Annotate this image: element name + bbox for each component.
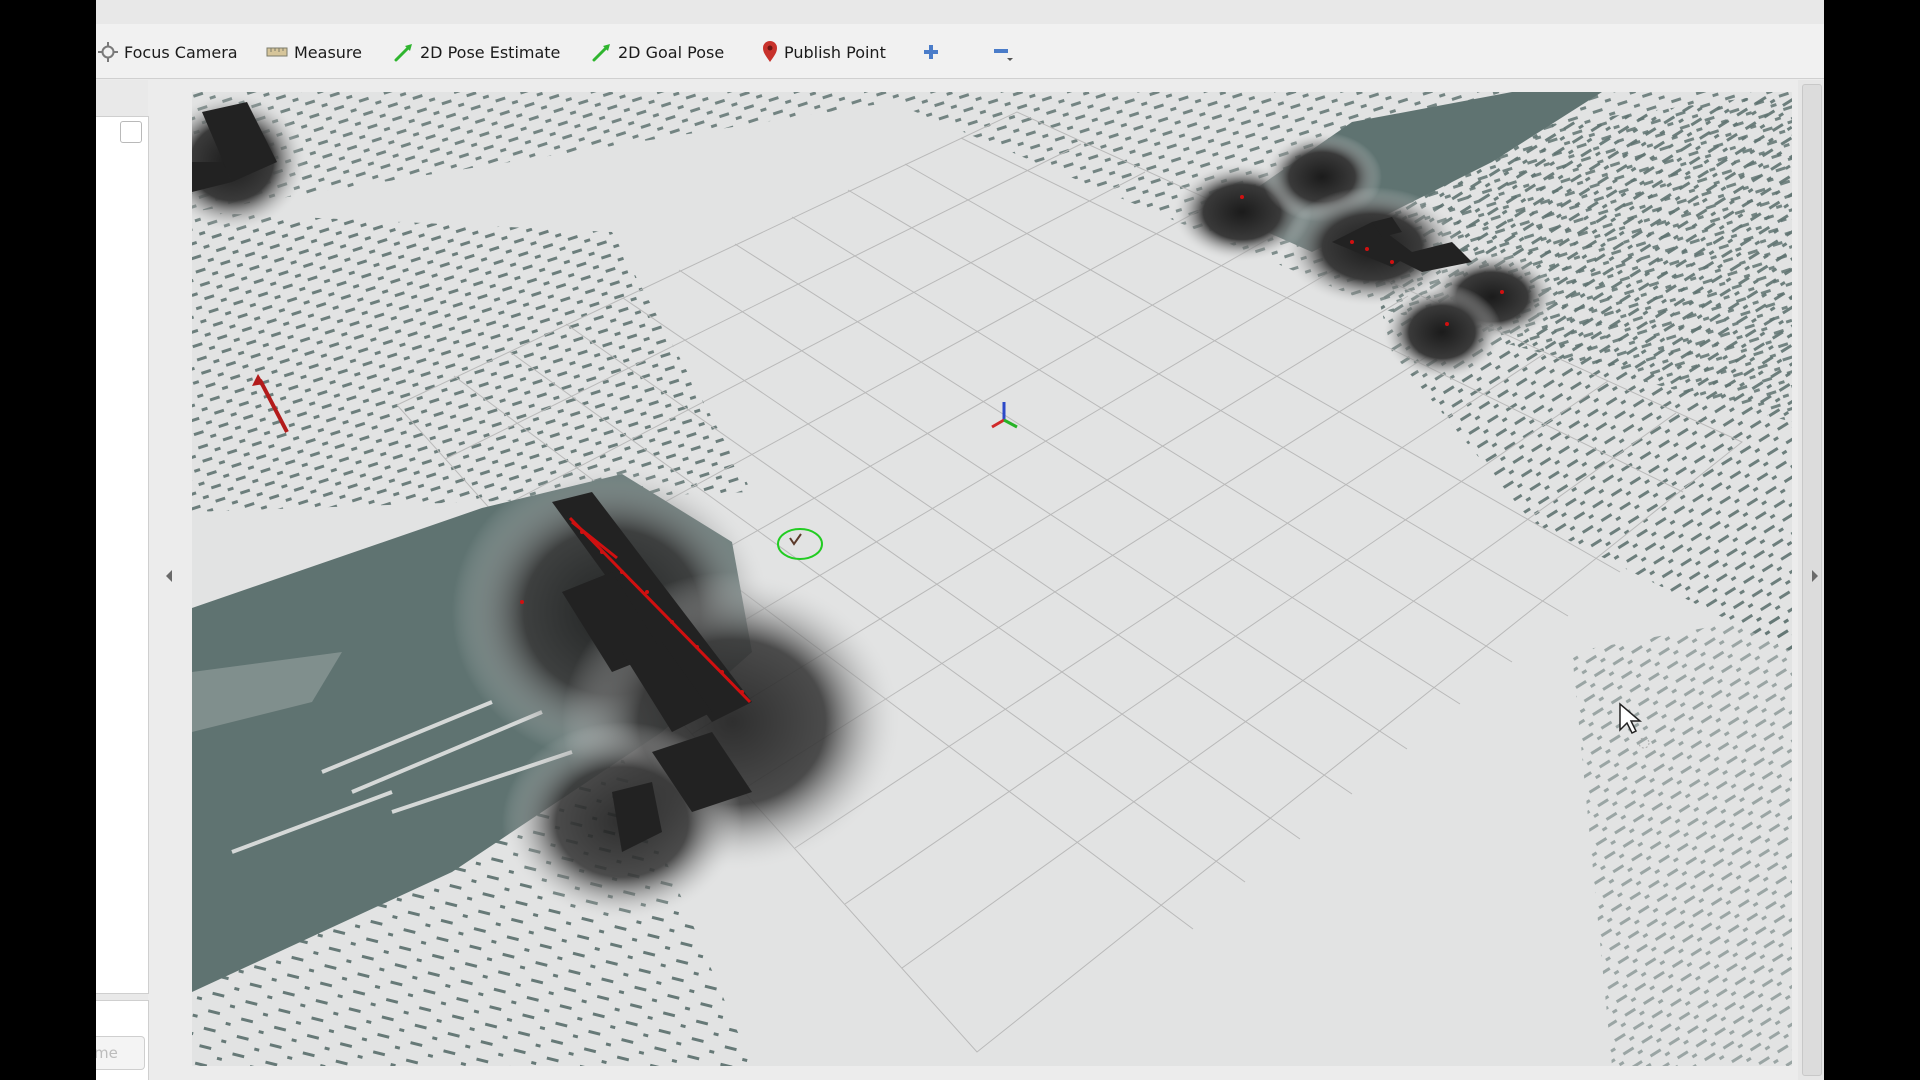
display-checkbox[interactable] [120,121,142,143]
focus-camera-icon [98,42,118,62]
minus-icon [992,41,1014,63]
measure-tool[interactable]: Measure [266,38,362,66]
focus-camera-label: Focus Camera [124,42,238,62]
publish-point-label: Publish Point [784,42,886,62]
displays-tree[interactable] [96,116,149,994]
map-scene [192,92,1792,1066]
plus-icon [922,43,940,61]
goal-pose-label: 2D Goal Pose [618,42,725,62]
window-top-strip [96,0,1824,25]
collapse-right-arrow-icon[interactable] [1812,570,1818,582]
publish-point-tool[interactable]: Publish Point [762,38,886,66]
panel-rename-button[interactable]: me [96,1036,145,1070]
goal-pose-tool[interactable]: 2D Goal Pose [592,38,724,66]
focus-camera-tool[interactable]: Focus Camera [98,38,238,66]
tools-toolbar: Focus Camera Measure 2D Pose Estimate 2D… [96,24,1824,79]
add-tool-button[interactable] [922,38,940,66]
rviz-window: Focus Camera Measure 2D Pose Estimate 2D… [96,0,1824,1080]
map-pin-icon [762,41,778,63]
pose-estimate-tool[interactable]: 2D Pose Estimate [394,38,560,66]
pose-estimate-label: 2D Pose Estimate [420,42,561,62]
measure-ruler-icon [266,46,288,58]
displays-panel [96,80,149,1080]
collapse-left-arrow-icon[interactable] [166,570,172,582]
green-arrow-icon [592,42,612,62]
remove-tool-button[interactable] [992,38,1014,66]
3d-render-viewport[interactable] [192,92,1792,1066]
measure-label: Measure [294,42,362,62]
green-arrow-icon [394,42,414,62]
left-splitter[interactable] [154,80,166,1080]
right-side-dock [1798,80,1824,1080]
